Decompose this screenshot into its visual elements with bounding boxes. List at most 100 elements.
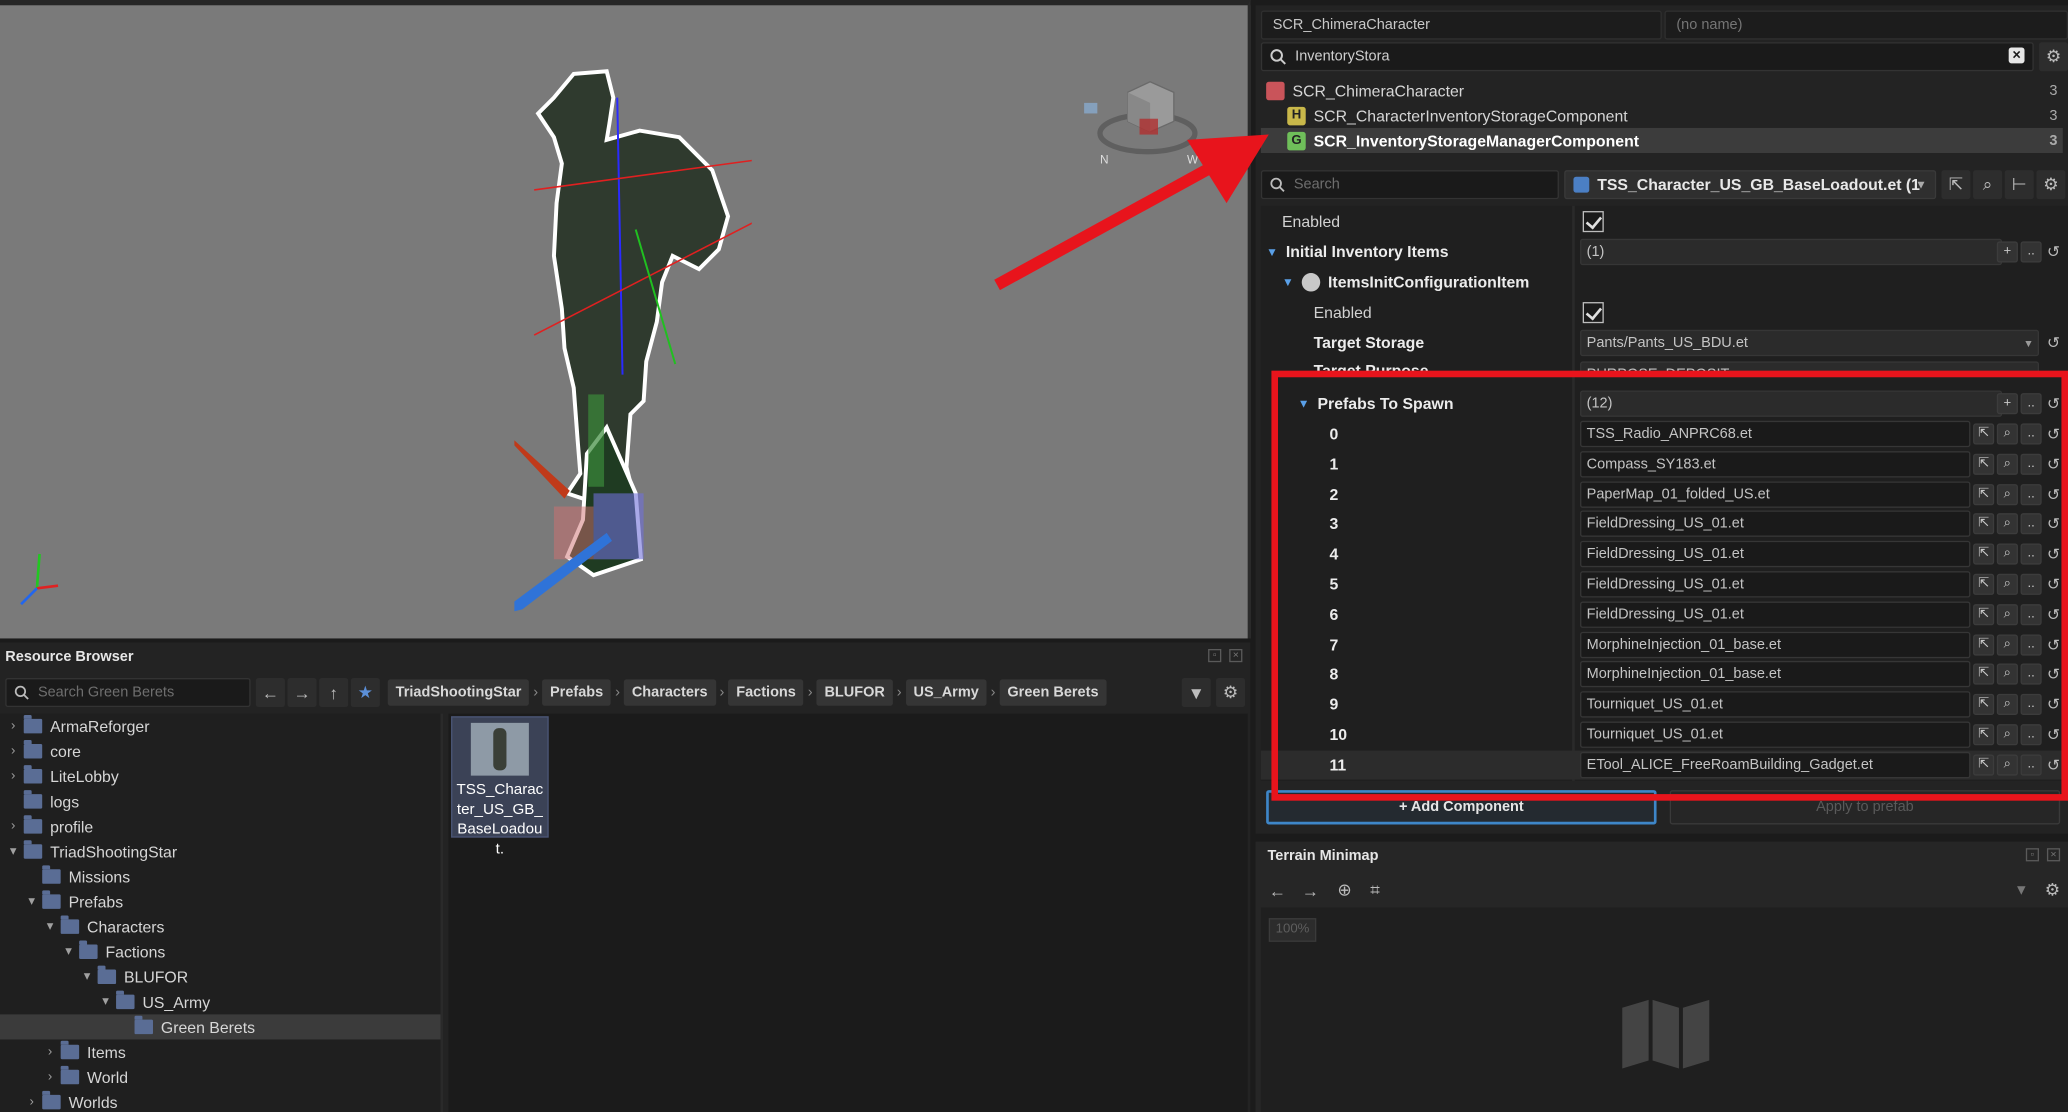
tree-item[interactable]: ▾ US_Army [0,989,441,1014]
resource-search-input[interactable] [37,684,242,701]
more-icon[interactable]: .. [2020,724,2042,746]
breadcrumb-item[interactable]: Characters [623,679,716,706]
expand-triangle-icon[interactable]: ▼ [1266,245,1278,258]
open-external-icon[interactable]: ⇱ [1973,754,1995,776]
more-icon[interactable]: .. [2020,754,2042,776]
open-external-icon[interactable]: ⇱ [1973,694,1995,716]
enabled-checkbox[interactable] [1582,211,1604,233]
forward-icon[interactable]: → [1302,880,1319,900]
reset-icon[interactable]: ↺ [2047,243,2060,261]
expand-caret-icon[interactable]: › [5,819,21,834]
find-icon[interactable]: ⌕ [1996,664,2018,686]
open-external-icon[interactable]: ⇱ [1941,170,1971,200]
more-icon[interactable]: .. [2020,241,2042,263]
breadcrumb-item[interactable]: BLUFOR [816,679,893,706]
tree-item[interactable]: Missions [0,864,441,889]
apply-to-prefab-button[interactable]: Apply to prefab [1669,790,2061,825]
prefab-path-field[interactable]: FieldDressing_US_01.et [1580,541,1971,568]
open-external-icon[interactable]: ⇱ [1973,423,1995,445]
open-external-icon[interactable]: ⇱ [1973,543,1995,565]
property-search[interactable] [1260,170,1559,200]
expand-caret-icon[interactable]: › [42,1070,58,1085]
reset-icon[interactable]: ↺ [2047,695,2060,713]
property-settings-gear-button[interactable]: ⚙ [2036,170,2066,200]
more-icon[interactable]: .. [2020,664,2042,686]
prefab-path-field[interactable]: ETool_ALICE_FreeRoamBuilding_Gadget.et [1580,751,1971,779]
expand-caret-icon[interactable]: ▾ [61,944,77,959]
reset-icon[interactable]: ↺ [2047,635,2060,653]
prefab-path-field[interactable]: MorphineInjection_01_base.et [1580,661,1971,688]
tree-item[interactable]: › Worlds [0,1090,441,1112]
tree-item[interactable]: › core [0,739,441,764]
breadcrumb-item[interactable]: Factions [728,679,804,706]
prefabs-to-spawn-row[interactable]: ▼ Prefabs To Spawn (12) + .. ↺ [1261,389,2068,418]
tree-item[interactable]: ▾ Prefabs [0,889,441,914]
open-external-icon[interactable]: ⇱ [1973,664,1995,686]
up-button[interactable]: ↑ [319,678,349,708]
filter-button[interactable]: ▼ [1181,678,1211,708]
target-storage-dropdown[interactable]: Pants/Pants_US_BDU.et [1580,329,2040,357]
crop-icon[interactable]: ⌗ [1370,880,1380,901]
breadcrumb-item[interactable]: Green Berets [999,679,1107,706]
tree-item[interactable]: › LiteLobby [0,764,441,789]
expand-caret-icon[interactable]: ▾ [24,894,40,909]
tree-item[interactable]: Green Berets [0,1014,441,1040]
breadcrumb-item[interactable]: Prefabs [542,679,612,706]
resource-search[interactable] [5,678,251,708]
close-icon[interactable]: × [1229,648,1243,663]
component-item[interactable]: H SCR_CharacterInventoryStorageComponent 3 [1261,103,2063,128]
close-icon[interactable]: × [2046,848,2061,862]
breadcrumb-item[interactable]: US_Army [905,679,987,706]
find-icon[interactable]: ⌕ [1996,633,2018,656]
find-icon[interactable]: ⌕ [1996,513,2018,535]
add-item-icon[interactable]: + [1996,393,2018,415]
target-purpose-dropdown[interactable]: PURPOSE_DEPOSIT [1580,361,2040,375]
breadcrumb-item[interactable]: TriadShootingStar [387,679,530,706]
expand-caret-icon[interactable]: › [24,1095,40,1110]
prefab-path-field[interactable]: Compass_SY183.et [1580,450,1971,478]
crosshair-icon[interactable]: ⊕ [1337,880,1351,901]
find-icon[interactable]: ⌕ [1996,603,2018,625]
expand-caret-icon[interactable]: ▾ [98,995,114,1010]
component-search[interactable]: InventoryStora × [1260,42,2034,72]
open-external-icon[interactable]: ⇱ [1973,724,1995,746]
more-icon[interactable]: .. [2020,543,2042,565]
reset-icon[interactable]: ↺ [2047,665,2060,683]
file-item[interactable]: TSS_Character_US_GB_BaseLoadout. [451,716,549,857]
component-item[interactable]: G SCR_InventoryStorageManagerComponent 3 [1260,127,2063,154]
expand-triangle-icon[interactable]: ▼ [1298,397,1310,410]
add-component-button[interactable]: + Add Component [1266,790,1657,825]
tree-item[interactable]: ▾ Characters [0,914,441,939]
find-icon[interactable]: ⌕ [1996,453,2018,475]
chevron-down-icon[interactable]: ▼ [1915,178,1927,191]
back-button[interactable]: ← [255,678,285,708]
more-icon[interactable]: .. [2020,694,2042,716]
open-external-icon[interactable]: ⇱ [1973,633,1995,656]
tree-item[interactable]: logs [0,789,441,814]
reset-icon[interactable]: ↺ [2047,605,2060,623]
more-icon[interactable]: .. [2020,603,2042,625]
maximize-icon[interactable]: ▫ [1208,648,1222,663]
settings-gear-button[interactable]: ⚙ [1216,678,1246,708]
prefab-path-field[interactable]: PaperMap_01_folded_US.et [1580,480,1971,508]
find-icon[interactable]: ⌕ [1996,573,2018,595]
more-icon[interactable]: .. [2020,423,2042,445]
find-icon[interactable]: ⌕ [1996,543,2018,565]
hierarchy-icon[interactable]: ⊢ [2004,170,2034,200]
find-icon[interactable]: ⌕ [1996,483,2018,505]
expand-caret-icon[interactable]: › [5,719,21,734]
open-external-icon[interactable]: ⇱ [1973,573,1995,595]
forward-button[interactable]: → [287,678,317,708]
prefab-selector[interactable]: TSS_Character_US_GB_BaseLoadout.et (1 ▼ [1564,170,1937,200]
more-icon[interactable]: .. [2020,633,2042,656]
tree-item[interactable]: › ArmaReforger [0,714,441,739]
tree-item[interactable]: ▾ Factions [0,939,441,964]
expand-caret-icon[interactable]: ▾ [42,919,58,934]
reset-icon[interactable]: ↺ [2047,756,2060,774]
more-icon[interactable]: .. [2020,483,2042,505]
reset-icon[interactable]: ↺ [2047,455,2060,473]
tree-item[interactable]: › World [0,1065,441,1090]
expand-caret-icon[interactable]: ▾ [5,844,21,859]
more-icon[interactable]: .. [2020,573,2042,595]
expand-caret-icon[interactable]: ▾ [79,970,95,985]
